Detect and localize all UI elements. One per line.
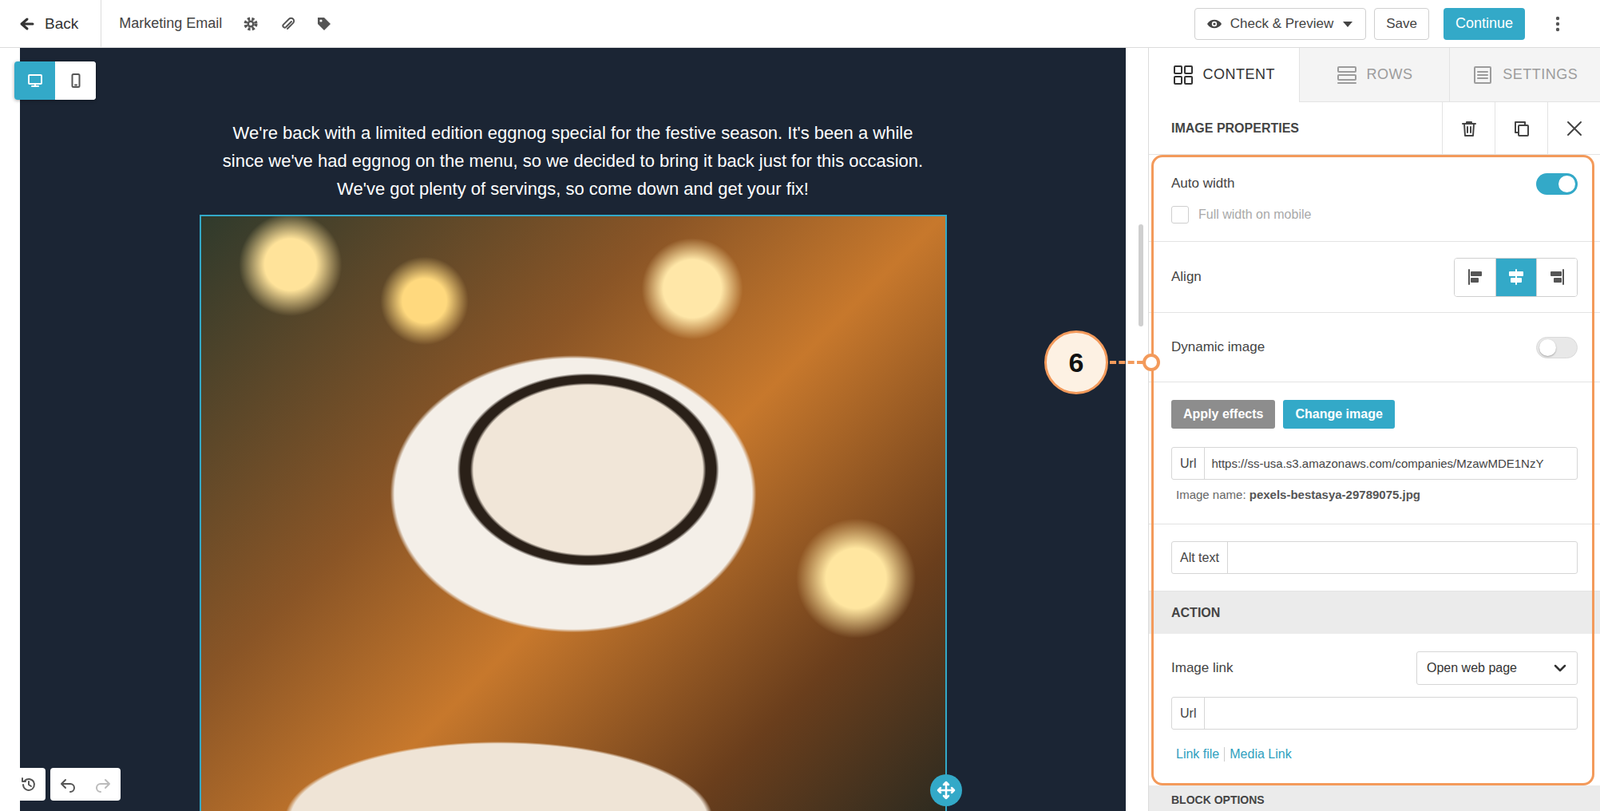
dynamic-image-toggle[interactable] [1536, 336, 1578, 359]
eggnog-photo[interactable] [199, 214, 947, 811]
continue-button[interactable]: Continue [1443, 7, 1525, 40]
auto-width-label: Auto width [1171, 175, 1235, 192]
desktop-view-button[interactable] [14, 61, 56, 100]
paperclip-icon[interactable] [279, 15, 296, 32]
image-name-value: pexels-bestasya-29789075.jpg [1249, 487, 1421, 502]
auto-width-toggle[interactable] [1536, 173, 1578, 195]
alt-text-field-label: Alt text [1172, 542, 1228, 574]
align-button[interactable] [1536, 258, 1577, 297]
action-section-header: ACTION [1148, 591, 1600, 634]
callout-badge: 6 [1044, 330, 1109, 395]
history-icon[interactable] [11, 768, 46, 801]
image-name-label: Image name: [1176, 487, 1247, 502]
panel-tab[interactable]: ROWS [1299, 47, 1450, 103]
duplicate-icon[interactable] [1494, 102, 1548, 155]
redo-icon [94, 776, 112, 794]
image-url-field-label: Url [1172, 447, 1205, 480]
undo-button[interactable] [50, 768, 86, 801]
chevron-down-icon [1552, 661, 1568, 676]
link-option[interactable]: Media Link [1223, 747, 1292, 762]
save-button[interactable]: Save [1374, 7, 1430, 40]
properties-panel: CONTENT ROWS SETTINGS IMAGE PROPERTIES Auto … [1148, 47, 1600, 811]
mobile-view-button[interactable] [55, 61, 96, 100]
link-url-field-label: Url [1172, 697, 1205, 729]
top-bar: Back Marketing Email Check & Preview Save Co… [0, 0, 1600, 48]
image-url-field-input[interactable] [1204, 447, 1577, 480]
body-paragraph[interactable]: We're back with a limited edition eggnog… [217, 118, 929, 203]
image-link-dropdown[interactable]: Open web page [1416, 651, 1578, 686]
tag-icon[interactable] [316, 15, 333, 32]
image-url-field: Url [1171, 447, 1578, 480]
align-center-icon [1507, 268, 1525, 286]
close-icon[interactable] [1547, 102, 1600, 155]
link-option[interactable]: Link file [1176, 747, 1220, 762]
trash-icon[interactable] [1441, 102, 1495, 155]
kebab-menu-icon[interactable] [1555, 15, 1561, 33]
dynamic-image-label: Dynamic image [1171, 339, 1265, 356]
grid-icon [1172, 64, 1194, 86]
device-toggle [14, 61, 96, 100]
email-canvas: We're back with a limited edition eggnog… [19, 47, 1126, 811]
full-width-mobile-label: Full width on mobile [1198, 207, 1311, 222]
redo-button[interactable] [85, 768, 121, 801]
align-button[interactable] [1495, 258, 1537, 297]
check-preview-button[interactable]: Check & Preview [1194, 7, 1367, 40]
scrollbar-thumb[interactable] [1138, 224, 1144, 327]
align-buttons [1453, 257, 1578, 298]
align-right-icon [1548, 268, 1566, 286]
panel-tab[interactable]: CONTENT [1148, 47, 1300, 103]
list-icon [1472, 64, 1494, 86]
callout-line [1109, 360, 1144, 365]
align-label: Align [1171, 269, 1202, 286]
full-width-mobile-option: Full width on mobile [1171, 205, 1578, 224]
change-image-button[interactable]: Change image [1283, 400, 1395, 429]
gear-icon[interactable] [242, 15, 259, 32]
back-label: Back [44, 15, 79, 33]
save-label: Save [1386, 15, 1418, 32]
email-title: Marketing Email [118, 15, 222, 32]
mobile-icon [67, 72, 84, 89]
back-arrow-icon [19, 15, 36, 32]
caret-down-icon [1341, 17, 1355, 31]
image-link-value: Open web page [1426, 661, 1517, 676]
full-width-mobile-checkbox[interactable] [1171, 205, 1189, 224]
alt-text-field: Alt text [1171, 541, 1578, 575]
align-left-icon [1466, 268, 1485, 286]
tab-label: CONTENT [1203, 66, 1276, 84]
tab-label: ROWS [1366, 66, 1414, 84]
check-preview-label: Check & Preview [1230, 15, 1334, 32]
image-name: Image name: pexels-bestasya-29789075.jpg [1171, 487, 1578, 502]
undo-icon [59, 776, 77, 794]
callout-dot [1142, 353, 1161, 372]
panel-title: IMAGE PROPERTIES [1148, 121, 1442, 136]
link-url-field-input[interactable] [1204, 697, 1577, 729]
back-button[interactable]: Back [19, 0, 102, 48]
tab-label: SETTINGS [1502, 66, 1578, 84]
alt-text-field-input[interactable] [1227, 542, 1577, 574]
move-icon[interactable] [930, 774, 963, 807]
panel-tab[interactable]: SETTINGS [1449, 47, 1600, 103]
link-url-field: Url [1171, 697, 1578, 730]
undo-redo-group [50, 768, 121, 801]
rows-icon [1336, 64, 1358, 86]
block-options-header: BLOCK OPTIONS [1148, 785, 1600, 811]
highlight-frame [1151, 154, 1595, 786]
image-link-label: Image link [1171, 660, 1233, 677]
align-button[interactable] [1454, 258, 1496, 297]
apply-effects-button[interactable]: Apply effects [1171, 400, 1276, 429]
eye-icon [1206, 15, 1223, 32]
desktop-icon [27, 72, 44, 89]
continue-label: Continue [1455, 15, 1513, 32]
